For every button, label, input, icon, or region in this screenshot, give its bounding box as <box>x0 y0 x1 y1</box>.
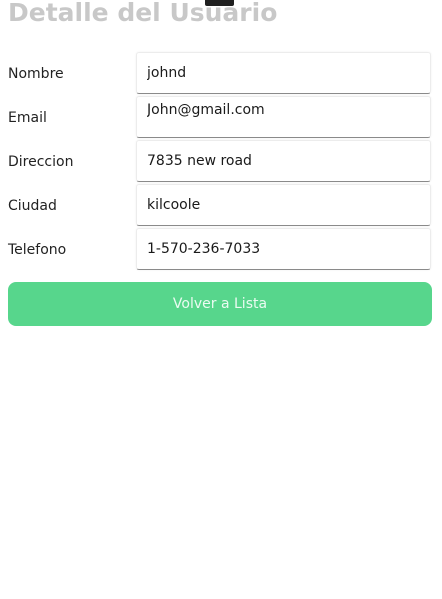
form-row-email: Email <box>0 96 442 140</box>
direccion-field[interactable] <box>136 140 431 182</box>
telefono-field[interactable] <box>136 228 431 270</box>
page-title: Detalle del Usuario <box>8 0 278 27</box>
nombre-field[interactable] <box>136 52 431 94</box>
form-row-nombre: Nombre <box>0 52 442 96</box>
form-row-ciudad: Ciudad <box>0 184 442 228</box>
direccion-label: Direccion <box>8 154 74 170</box>
back-to-list-button[interactable]: Volver a Lista <box>8 282 432 326</box>
form-row-telefono: Telefono <box>0 228 442 272</box>
ciudad-label: Ciudad <box>8 198 57 214</box>
form-row-direccion: Direccion <box>0 140 442 184</box>
nombre-label: Nombre <box>8 66 64 82</box>
telefono-label: Telefono <box>8 242 67 258</box>
user-detail-page: Detalle del Usuario Nombre Email Direcci… <box>0 0 442 599</box>
email-field[interactable] <box>136 96 431 138</box>
ciudad-field[interactable] <box>136 184 431 226</box>
email-label: Email <box>8 110 47 126</box>
